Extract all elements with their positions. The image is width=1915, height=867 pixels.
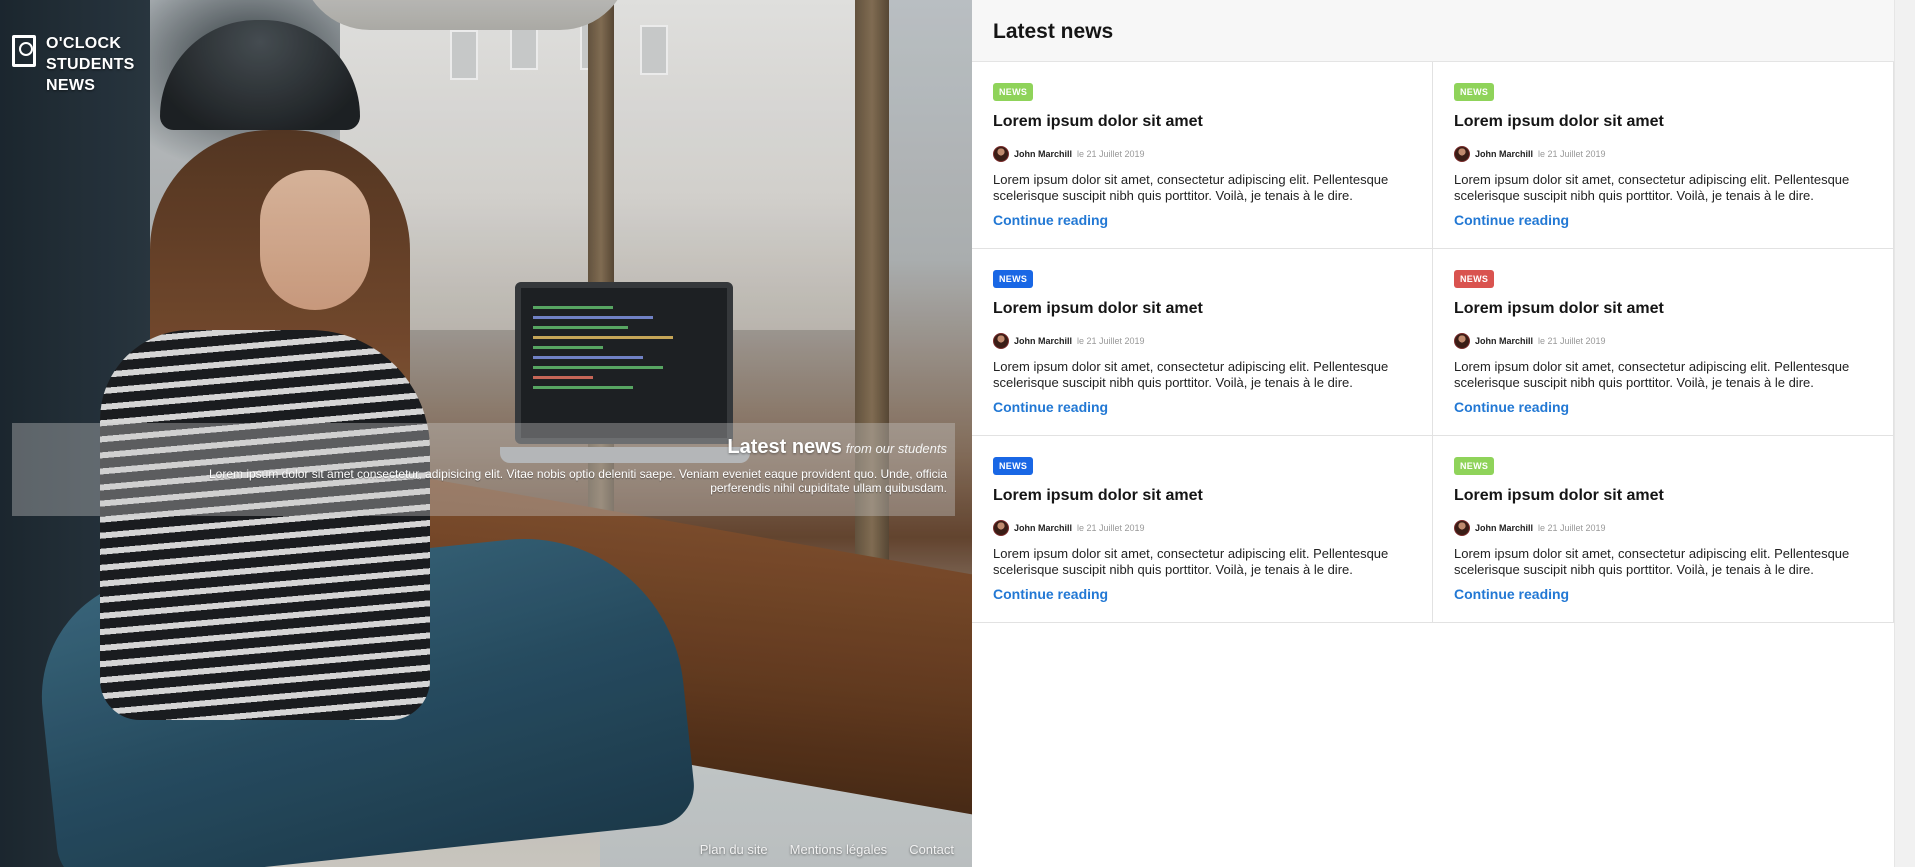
brand-logo-icon xyxy=(12,35,36,67)
news-panel: Latest news NEWS Lorem ipsum dolor sit a… xyxy=(972,0,1894,867)
news-card-title[interactable]: Lorem ipsum dolor sit amet xyxy=(993,487,1411,505)
publish-date: le 21 Juillet 2019 xyxy=(1538,523,1606,533)
continue-reading-link[interactable]: Continue reading xyxy=(1454,399,1569,415)
news-card: NEWS Lorem ipsum dolor sit amet John Mar… xyxy=(972,249,1433,436)
footer-link-plan-du-site[interactable]: Plan du site xyxy=(700,842,768,857)
category-badge: NEWS xyxy=(993,457,1034,475)
hero-caption: Latest news from our students Lorem ipsum… xyxy=(12,423,955,516)
brand-name: O'CLOCK STUDENTS NEWS xyxy=(46,35,135,94)
footer-link-mentions-legales[interactable]: Mentions légales xyxy=(790,842,888,857)
news-card: NEWS Lorem ipsum dolor sit amet John Mar… xyxy=(1433,62,1894,249)
continue-reading-link[interactable]: Continue reading xyxy=(1454,212,1569,228)
category-badge: NEWS xyxy=(1454,270,1495,288)
publish-date: le 21 Juillet 2019 xyxy=(1077,523,1145,533)
publish-date: le 21 Juillet 2019 xyxy=(1077,149,1145,159)
category-badge: NEWS xyxy=(993,83,1034,101)
news-card: NEWS Lorem ipsum dolor sit amet John Mar… xyxy=(1433,436,1894,623)
publish-date: le 21 Juillet 2019 xyxy=(1538,336,1606,346)
news-card-title[interactable]: Lorem ipsum dolor sit amet xyxy=(1454,300,1872,318)
hero-title: Latest news xyxy=(727,436,842,458)
author-name[interactable]: John Marchill xyxy=(1475,336,1533,346)
author-avatar xyxy=(1454,333,1470,349)
continue-reading-link[interactable]: Continue reading xyxy=(1454,586,1569,602)
news-card-excerpt: Lorem ipsum dolor sit amet, consectetur … xyxy=(1454,172,1850,203)
news-card-meta: John Marchill le 21 Juillet 2019 xyxy=(993,520,1411,536)
hero-text: Lorem ipsum dolor sit amet consectetur, … xyxy=(208,467,947,495)
author-avatar xyxy=(1454,146,1470,162)
author-name[interactable]: John Marchill xyxy=(1475,149,1533,159)
category-badge: NEWS xyxy=(1454,457,1495,475)
hero-subtitle: from our students xyxy=(845,441,947,456)
news-grid: NEWS Lorem ipsum dolor sit amet John Mar… xyxy=(972,62,1894,623)
footer-link-contact[interactable]: Contact xyxy=(909,842,954,857)
author-avatar xyxy=(993,146,1009,162)
news-card-meta: John Marchill le 21 Juillet 2019 xyxy=(993,146,1411,162)
author-avatar xyxy=(993,333,1009,349)
news-card-meta: John Marchill le 21 Juillet 2019 xyxy=(1454,520,1872,536)
news-card-title[interactable]: Lorem ipsum dolor sit amet xyxy=(1454,113,1872,131)
continue-reading-link[interactable]: Continue reading xyxy=(993,212,1108,228)
news-card-meta: John Marchill le 21 Juillet 2019 xyxy=(993,333,1411,349)
publish-date: le 21 Juillet 2019 xyxy=(1538,149,1606,159)
continue-reading-link[interactable]: Continue reading xyxy=(993,399,1108,415)
publish-date: le 21 Juillet 2019 xyxy=(1077,336,1145,346)
continue-reading-link[interactable]: Continue reading xyxy=(993,586,1108,602)
author-name[interactable]: John Marchill xyxy=(1475,523,1533,533)
news-card-excerpt: Lorem ipsum dolor sit amet, consectetur … xyxy=(993,546,1389,577)
news-card-title[interactable]: Lorem ipsum dolor sit amet xyxy=(993,300,1411,318)
author-name[interactable]: John Marchill xyxy=(1014,523,1072,533)
news-card-meta: John Marchill le 21 Juillet 2019 xyxy=(1454,146,1872,162)
category-badge: NEWS xyxy=(1454,83,1495,101)
news-card: NEWS Lorem ipsum dolor sit amet John Mar… xyxy=(1433,249,1894,436)
news-card-excerpt: Lorem ipsum dolor sit amet, consectetur … xyxy=(993,172,1389,203)
author-avatar xyxy=(993,520,1009,536)
news-panel-title: Latest news xyxy=(993,20,1114,43)
brand-logo-link[interactable]: O'CLOCK STUDENTS NEWS xyxy=(12,33,135,96)
news-card: NEWS Lorem ipsum dolor sit amet John Mar… xyxy=(972,62,1433,249)
news-card: NEWS Lorem ipsum dolor sit amet John Mar… xyxy=(972,436,1433,623)
news-panel-header: Latest news xyxy=(972,0,1894,62)
news-card-excerpt: Lorem ipsum dolor sit amet, consectetur … xyxy=(1454,359,1850,390)
author-name[interactable]: John Marchill xyxy=(1014,149,1072,159)
news-card-meta: John Marchill le 21 Juillet 2019 xyxy=(1454,333,1872,349)
news-card-excerpt: Lorem ipsum dolor sit amet, consectetur … xyxy=(1454,546,1850,577)
category-badge: NEWS xyxy=(993,270,1034,288)
news-card-excerpt: Lorem ipsum dolor sit amet, consectetur … xyxy=(993,359,1389,390)
author-avatar xyxy=(1454,520,1470,536)
hero-section: O'CLOCK STUDENTS NEWS Latest news from ou… xyxy=(0,0,972,867)
author-name[interactable]: John Marchill xyxy=(1014,336,1072,346)
news-card-title[interactable]: Lorem ipsum dolor sit amet xyxy=(1454,487,1872,505)
footer-nav: Plan du site Mentions légales Contact xyxy=(700,842,954,857)
news-card-title[interactable]: Lorem ipsum dolor sit amet xyxy=(993,113,1411,131)
page-scrollbar[interactable] xyxy=(1894,0,1915,867)
